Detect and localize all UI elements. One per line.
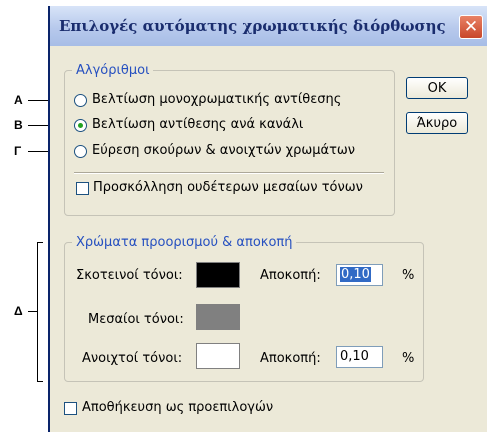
callout-a: A [14, 93, 23, 107]
cancel-button[interactable]: Άκυρο [406, 112, 468, 134]
save-defaults-label: Αποθήκευση ως προεπιλογών [82, 400, 274, 415]
close-icon[interactable]: ✕ [459, 15, 483, 39]
target-colors-legend: Χρώματα προορισμού & αποκοπή [72, 235, 297, 250]
shadow-clip-label: Αποκοπή: [260, 268, 321, 283]
algorithms-separator [74, 172, 384, 174]
shadow-clip-percent: % [402, 268, 415, 283]
highlights-swatch[interactable] [196, 343, 240, 369]
radio-per-channel[interactable] [74, 119, 87, 132]
shadow-clip-input[interactable]: 0,10 [336, 264, 383, 286]
midtones-swatch[interactable] [196, 304, 240, 330]
callout-b: B [14, 118, 23, 132]
algorithm-option-monochromatic[interactable]: Βελτίωση μονοχρωματικής αντίθεσης [74, 92, 374, 108]
dialog-window: Επιλογές αυτόματης χρωματικής διόρθωσης … [48, 6, 487, 432]
radio-monochromatic[interactable] [74, 94, 87, 107]
snap-neutral-option[interactable]: Προσκόλληση ουδέτερων μεσαίων τόνων [76, 180, 386, 196]
ok-button[interactable]: OK [406, 77, 468, 99]
highlight-clip-input[interactable]: 0,10 [336, 346, 383, 368]
callout-g: Γ [14, 144, 22, 158]
algorithm-label-dark-light: Εύρεση σκούρων & ανοιχτών χρωμάτων [92, 143, 356, 158]
shadows-label: Σκοτεινοί τόνοι: [76, 268, 183, 283]
midtones-label: Μεσαίοι τόνοι: [88, 312, 184, 327]
snap-neutral-label: Προσκόλληση ουδέτερων μεσαίων τόνων [93, 180, 363, 195]
algorithm-option-per-channel[interactable]: Βελτίωση αντίθεσης ανά κανάλι [74, 117, 374, 133]
highlight-clip-percent: % [402, 351, 415, 366]
highlight-clip-label: Αποκοπή: [260, 351, 321, 366]
algorithms-legend: Αλγόριθμοι [72, 63, 154, 78]
radio-dark-light[interactable] [74, 145, 87, 158]
callout-d-line [28, 311, 37, 312]
algorithm-label-monochromatic: Βελτίωση μονοχρωματικής αντίθεσης [92, 92, 342, 107]
callout-d-bracket [37, 242, 43, 382]
save-defaults-option[interactable]: Αποθήκευση ως προεπιλογών [64, 400, 364, 416]
snap-neutral-checkbox[interactable] [76, 182, 89, 195]
callout-d: Δ [14, 304, 23, 318]
shadows-swatch[interactable] [196, 262, 240, 288]
algorithm-label-per-channel: Βελτίωση αντίθεσης ανά κανάλι [92, 117, 304, 132]
highlights-label: Ανοιχτοί τόνοι: [82, 351, 183, 366]
window-title: Επιλογές αυτόματης χρωματικής διόρθωσης [59, 17, 446, 35]
title-bar: Επιλογές αυτόματης χρωματικής διόρθωσης … [50, 6, 487, 46]
save-defaults-checkbox[interactable] [64, 402, 77, 415]
shadow-clip-value: 0,10 [340, 267, 371, 282]
algorithm-option-dark-light[interactable]: Εύρεση σκούρων & ανοιχτών χρωμάτων [74, 143, 374, 159]
